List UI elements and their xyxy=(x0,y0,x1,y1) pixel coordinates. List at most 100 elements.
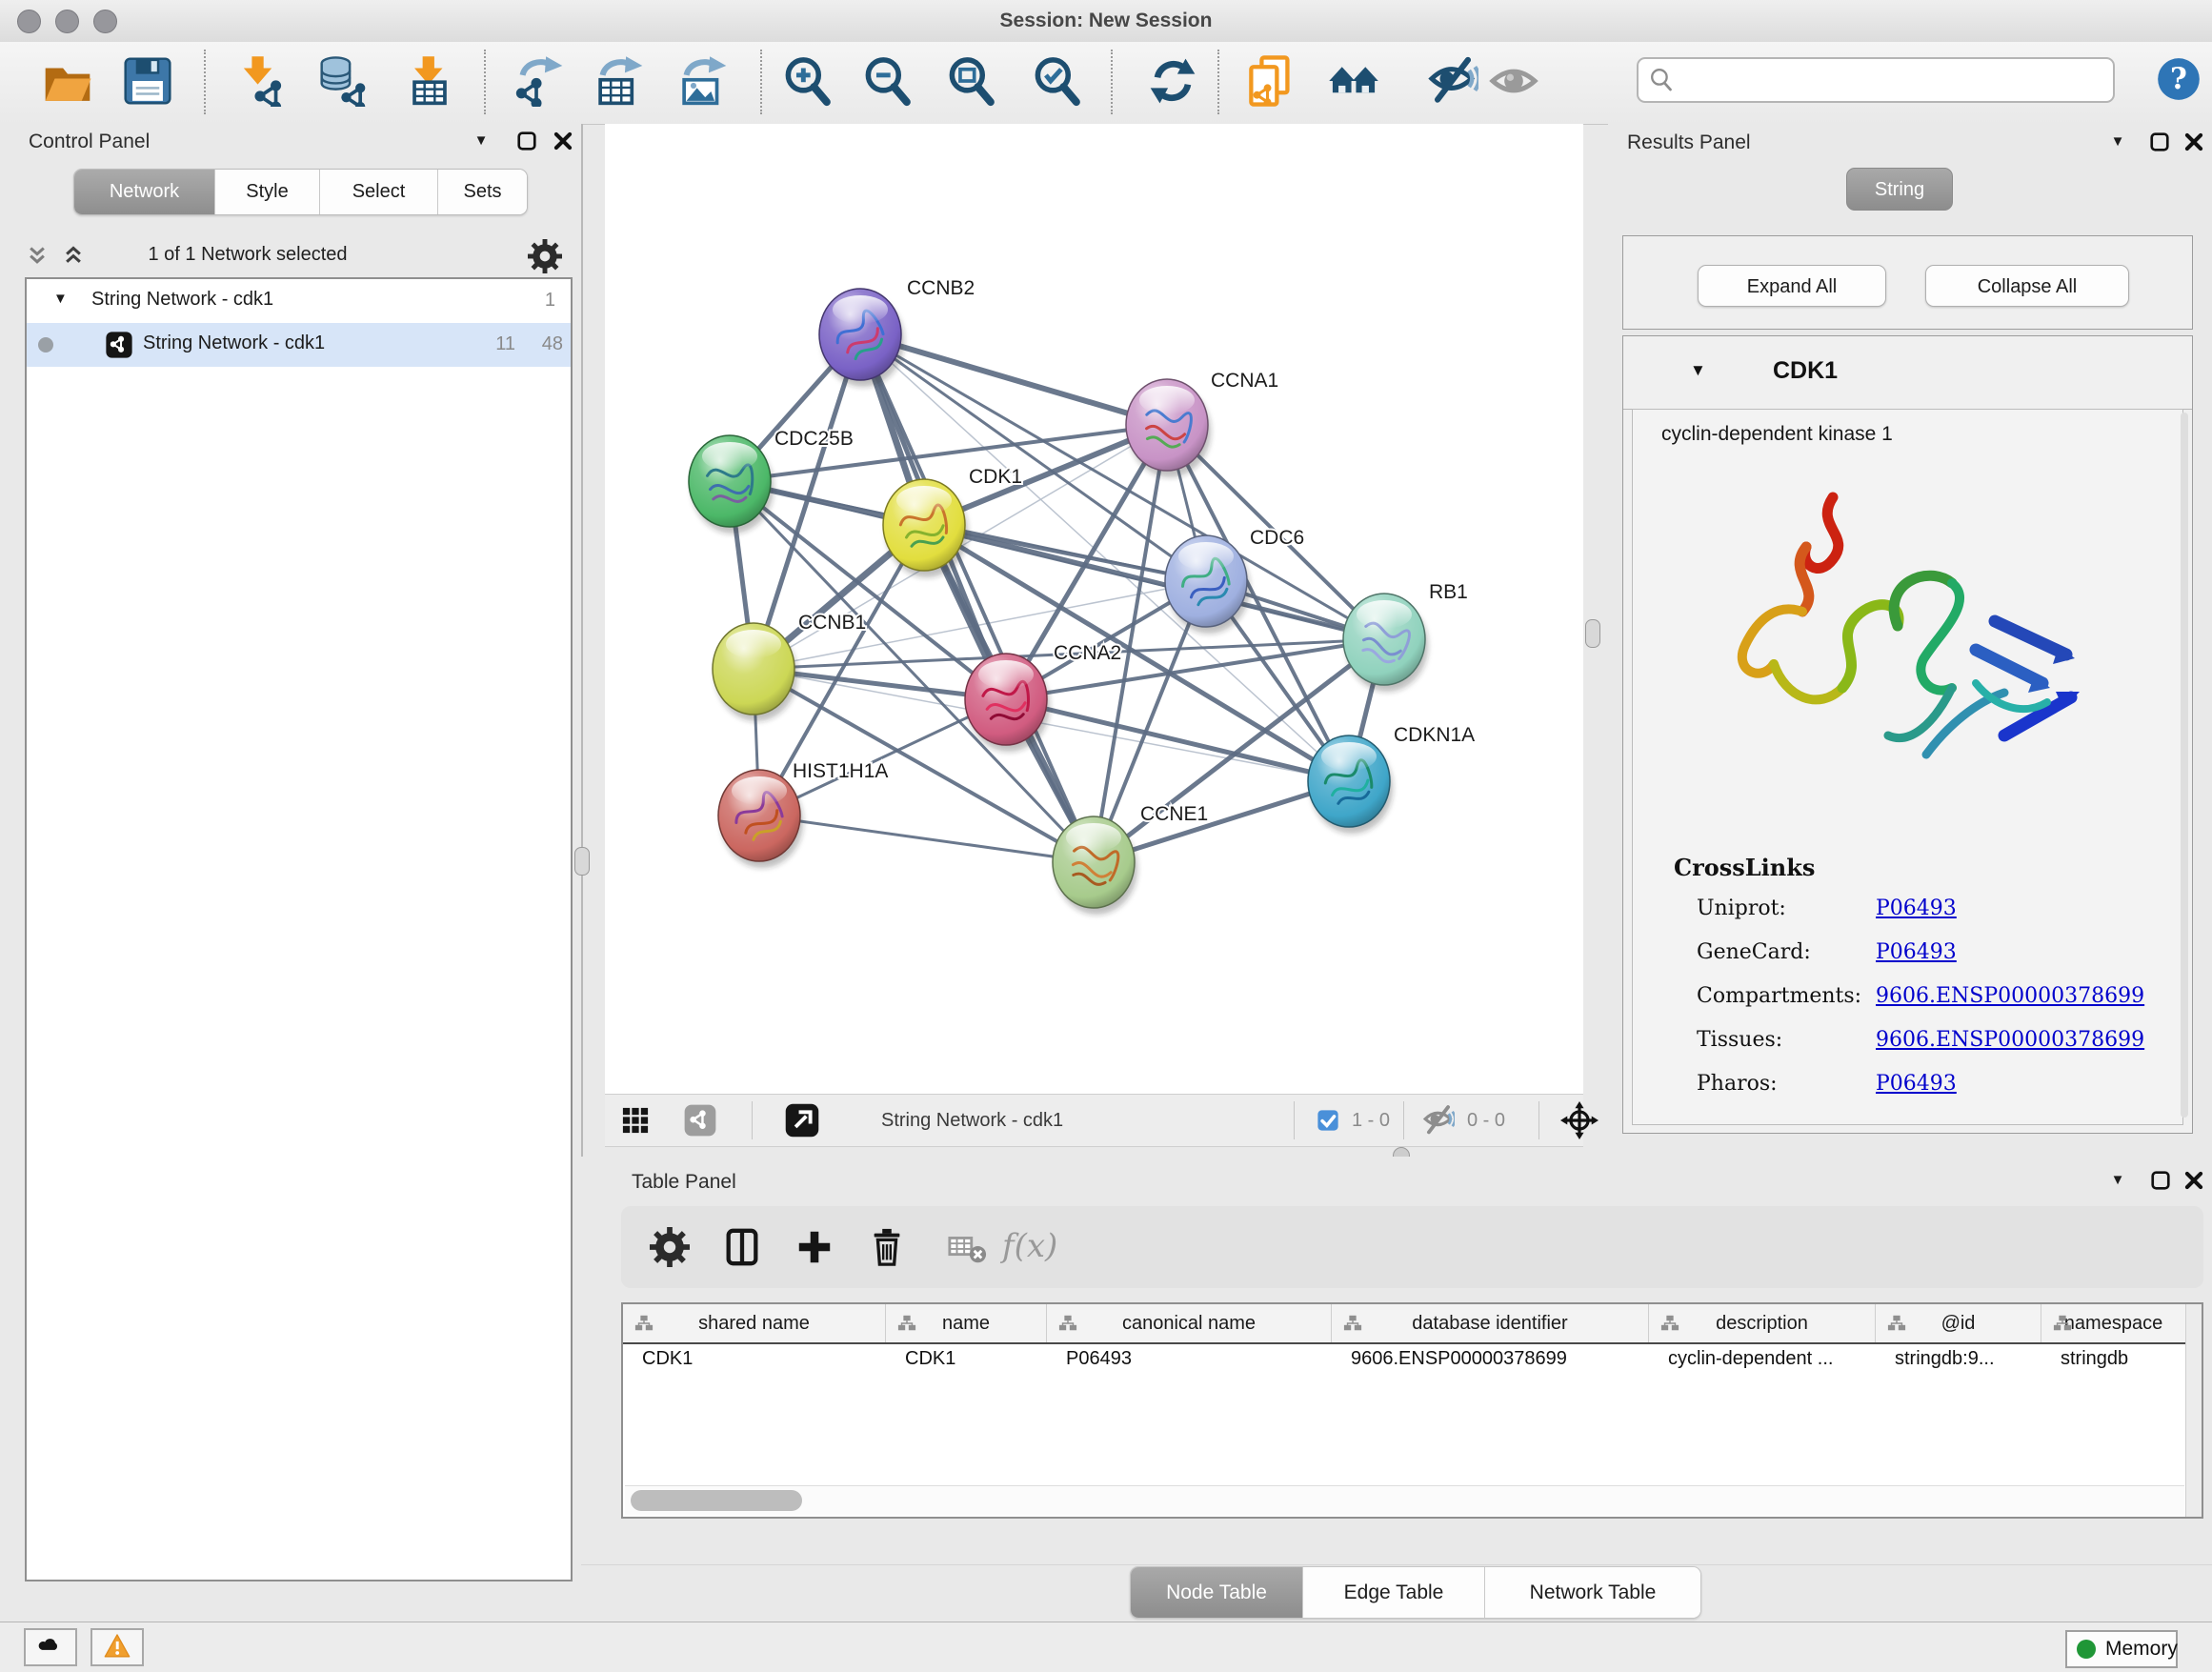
save-session-icon[interactable] xyxy=(122,55,173,107)
zoom-fit-content-icon[interactable] xyxy=(945,55,996,107)
control-panel-menu-icon[interactable]: ▼ xyxy=(469,129,493,153)
table-panel-menu-icon[interactable]: ▼ xyxy=(2105,1168,2130,1193)
network-canvas[interactable]: CCNB2CCNA1CDC25BCDK1CDC6RB1CCNB1CCNA2CDK… xyxy=(605,124,1583,1094)
table-row[interactable]: CDK1CDK1P064939606.ENSP00000378699cyclin… xyxy=(623,1342,2186,1377)
network-view-icon[interactable] xyxy=(683,1103,717,1138)
results-entry-header[interactable]: ▼ CDK1 xyxy=(1623,336,2192,410)
show-all-icon[interactable] xyxy=(1488,55,1539,107)
tab-network[interactable]: Network xyxy=(74,170,215,214)
tab-style[interactable]: Style xyxy=(215,170,320,214)
zoom-in-icon[interactable] xyxy=(781,55,833,107)
grid-view-icon[interactable] xyxy=(620,1105,651,1136)
table-cell[interactable]: CDK1 xyxy=(886,1342,1047,1377)
tree-expand-icon[interactable]: ▼ xyxy=(53,291,68,307)
tab-node-table[interactable]: Node Table xyxy=(1131,1567,1303,1618)
hide-selected-icon[interactable] xyxy=(1427,55,1478,107)
export-table-icon[interactable] xyxy=(594,55,646,107)
results-panel-menu-icon[interactable]: ▼ xyxy=(2105,130,2130,154)
network-node-CCNB1[interactable] xyxy=(713,623,797,721)
show-columns-icon[interactable] xyxy=(722,1227,762,1267)
tree-row-network[interactable]: String Network - cdk1 11 48 xyxy=(27,323,571,367)
table-cell[interactable]: 9606.ENSP00000378699 xyxy=(1332,1342,1649,1377)
column-header-database-identifier[interactable]: database identifier xyxy=(1332,1304,1649,1342)
crosslink-link[interactable]: P06493 xyxy=(1876,896,1957,920)
collapse-all-icon[interactable] xyxy=(23,243,51,272)
network-node-CCNB2[interactable] xyxy=(819,289,904,387)
column-header--id[interactable]: @id xyxy=(1876,1304,2041,1342)
table-panel-close-icon[interactable] xyxy=(2182,1168,2206,1193)
network-edge[interactable] xyxy=(860,334,1094,862)
table-cell[interactable]: stringdb:9... xyxy=(1876,1342,2041,1377)
column-header-name[interactable]: name xyxy=(886,1304,1047,1342)
search-input[interactable] xyxy=(1684,61,2107,97)
cloud-status-button[interactable] xyxy=(24,1628,77,1666)
entry-collapse-icon[interactable]: ▼ xyxy=(1690,361,1706,380)
import-network-icon[interactable] xyxy=(234,55,286,107)
network-node-CDC25B[interactable] xyxy=(689,435,774,534)
results-scrollbar[interactable] xyxy=(2181,413,2188,1118)
tab-select[interactable]: Select xyxy=(320,170,438,214)
tab-sets[interactable]: Sets xyxy=(438,170,527,214)
network-node-HIST1H1A[interactable] xyxy=(718,770,803,868)
help-icon[interactable]: ? xyxy=(2156,56,2202,102)
column-header-description[interactable]: description xyxy=(1649,1304,1876,1342)
detach-view-icon[interactable] xyxy=(784,1102,820,1138)
tree-row-collection[interactable]: ▼ String Network - cdk1 1 xyxy=(27,279,571,323)
table-panel-float-icon[interactable] xyxy=(2148,1168,2173,1193)
tab-network-table[interactable]: Network Table xyxy=(1485,1567,1700,1618)
results-panel-float-icon[interactable] xyxy=(2147,130,2172,154)
import-database-icon[interactable] xyxy=(318,55,370,107)
column-header-canonical-name[interactable]: canonical name xyxy=(1047,1304,1332,1342)
right-splitter-grip[interactable] xyxy=(1585,619,1600,648)
open-session-icon[interactable] xyxy=(42,55,93,107)
control-panel-close-icon[interactable] xyxy=(551,129,575,153)
add-column-icon[interactable] xyxy=(794,1227,835,1267)
clone-network-icon[interactable] xyxy=(1244,55,1296,107)
table-gear-icon[interactable] xyxy=(650,1227,690,1267)
results-panel-close-icon[interactable] xyxy=(2182,130,2206,154)
column-header-namespace[interactable]: namespace xyxy=(2041,1304,2186,1342)
table-cell[interactable]: cyclin-dependent ... xyxy=(1649,1342,1876,1377)
hidden-eye-icon[interactable] xyxy=(1422,1104,1455,1137)
left-splitter-grip[interactable] xyxy=(574,847,590,876)
scrollbar-thumb[interactable] xyxy=(631,1490,802,1511)
crosslink-link[interactable]: 9606.ENSP00000378699 xyxy=(1876,1028,2144,1052)
network-node-CCNA2[interactable] xyxy=(965,654,1050,752)
expand-all-icon[interactable] xyxy=(59,243,88,272)
crosslink-link[interactable]: 9606.ENSP00000378699 xyxy=(1876,984,2144,1008)
control-panel-float-icon[interactable] xyxy=(514,129,539,153)
network-edge[interactable] xyxy=(759,816,1094,862)
first-neighbors-icon[interactable] xyxy=(1328,55,1379,107)
expand-all-button[interactable]: Expand All xyxy=(1698,265,1886,307)
network-node-CDC6[interactable] xyxy=(1165,535,1250,634)
refresh-view-icon[interactable] xyxy=(1147,55,1198,107)
collapse-all-button[interactable]: Collapse All xyxy=(1925,265,2129,307)
network-node-CDK1[interactable] xyxy=(883,479,968,577)
zoom-selected-icon[interactable] xyxy=(1031,55,1082,107)
column-header-shared-name[interactable]: shared name xyxy=(623,1304,886,1342)
tab-edge-table[interactable]: Edge Table xyxy=(1303,1567,1485,1618)
network-edge[interactable] xyxy=(860,334,1167,425)
birds-eye-icon[interactable] xyxy=(1560,1101,1599,1139)
delete-column-icon[interactable] xyxy=(867,1227,907,1267)
table-horizontal-scrollbar[interactable] xyxy=(625,1485,2184,1515)
import-table-icon[interactable] xyxy=(404,55,455,107)
network-node-RB1[interactable] xyxy=(1343,594,1428,692)
zoom-out-icon[interactable] xyxy=(861,55,913,107)
gear-icon[interactable] xyxy=(528,239,562,273)
network-node-CCNA1[interactable] xyxy=(1126,379,1211,477)
export-image-icon[interactable] xyxy=(678,55,730,107)
tab-string[interactable]: String xyxy=(1846,168,1953,211)
memory-button[interactable]: Memory xyxy=(2065,1630,2178,1668)
table-cell[interactable]: P06493 xyxy=(1047,1342,1332,1377)
crosslink-link[interactable]: P06493 xyxy=(1876,940,1957,964)
export-network-icon[interactable] xyxy=(514,55,566,107)
warning-status-button[interactable] xyxy=(90,1628,144,1666)
network-node-CCNE1[interactable] xyxy=(1053,816,1137,915)
selected-checkbox-icon[interactable] xyxy=(1316,1108,1340,1133)
table-vertical-scrollbar[interactable] xyxy=(2185,1304,2202,1517)
table-cell[interactable]: stringdb xyxy=(2041,1342,2186,1377)
crosslink-link[interactable]: P06493 xyxy=(1876,1072,1957,1096)
table-cell[interactable]: CDK1 xyxy=(623,1342,886,1377)
network-node-CDKN1A[interactable] xyxy=(1308,735,1393,834)
